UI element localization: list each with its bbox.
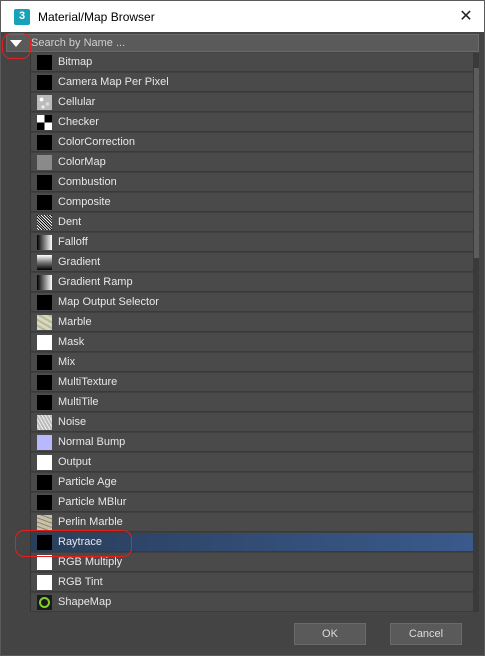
map-item[interactable]: Gradient — [31, 253, 473, 272]
map-item-label: ShapeMap — [58, 596, 112, 608]
map-item-label: Falloff — [58, 236, 88, 248]
map-item-label: Marble — [58, 316, 92, 328]
map-swatch-icon — [37, 575, 52, 590]
map-item-label: Combustion — [58, 176, 117, 188]
map-swatch-icon — [37, 235, 52, 250]
map-item[interactable]: ShapeMap — [31, 593, 473, 612]
map-swatch-icon — [37, 315, 52, 330]
map-item-label: Composite — [58, 196, 111, 208]
map-swatch-icon — [37, 215, 52, 230]
map-item-label: Gradient — [58, 256, 101, 268]
map-item[interactable]: Mix — [31, 353, 473, 372]
map-swatch-icon — [37, 75, 52, 90]
map-swatch-icon — [37, 555, 52, 570]
map-swatch-icon — [37, 515, 52, 530]
map-swatch-icon — [37, 475, 52, 490]
map-item-label: Perlin Marble — [58, 516, 123, 528]
map-item-label: Gradient Ramp — [58, 276, 133, 288]
map-item[interactable]: Noise — [31, 413, 473, 432]
shapemap-spiral-icon — [39, 597, 50, 608]
map-item-label: ColorMap — [58, 156, 106, 168]
map-item[interactable]: Dent — [31, 213, 473, 232]
map-swatch-icon — [37, 135, 52, 150]
map-item-label: Bitmap — [58, 56, 93, 68]
map-item[interactable]: Particle MBlur — [31, 493, 473, 512]
map-item[interactable]: ColorMap — [31, 153, 473, 172]
map-item[interactable]: Marble — [31, 313, 473, 332]
map-swatch-icon — [37, 115, 52, 130]
map-swatch-icon — [37, 435, 52, 450]
map-swatch-icon — [37, 335, 52, 350]
map-swatch-icon — [37, 535, 52, 550]
map-item-label: Noise — [58, 416, 87, 428]
map-swatch-icon — [37, 455, 52, 470]
map-item[interactable]: RGB Tint — [31, 573, 473, 592]
map-swatch-icon — [37, 275, 52, 290]
map-item[interactable]: Particle Age — [31, 473, 473, 492]
map-item[interactable]: Checker — [31, 113, 473, 132]
tree-gutter — [6, 53, 31, 612]
map-item[interactable]: MultiTexture — [31, 373, 473, 392]
search-input[interactable] — [31, 35, 471, 51]
map-swatch-icon — [37, 255, 52, 270]
map-item-label: Output — [58, 456, 92, 468]
map-item-label: Map Output Selector — [58, 296, 159, 308]
map-swatch-icon — [37, 295, 52, 310]
map-item[interactable]: Falloff — [31, 233, 473, 252]
map-swatch-icon — [37, 355, 52, 370]
map-item[interactable]: Output — [31, 453, 473, 472]
map-item[interactable]: Combustion — [31, 173, 473, 192]
map-swatch-icon — [37, 55, 52, 70]
map-item-label: Mask — [58, 336, 85, 348]
ok-button[interactable]: OK — [294, 623, 366, 645]
map-item-label: Camera Map Per Pixel — [58, 76, 169, 88]
map-item[interactable]: Composite — [31, 193, 473, 212]
map-item[interactable]: Cellular — [31, 93, 473, 112]
map-swatch-icon — [37, 375, 52, 390]
map-swatch-icon — [37, 415, 52, 430]
cancel-button[interactable]: Cancel — [390, 623, 462, 645]
map-item-label: Particle MBlur — [58, 496, 127, 508]
scrollbar-thumb[interactable] — [474, 68, 479, 258]
map-item[interactable]: Bitmap — [31, 53, 473, 72]
map-list: Bitmap Camera Map Per Pixel Cellular Checke… — [31, 53, 473, 612]
map-item[interactable]: Raytrace — [31, 533, 473, 552]
map-item-label: MultiTile — [58, 396, 99, 408]
map-item-label: Dent — [58, 216, 82, 228]
dropdown-arrow-icon[interactable] — [10, 40, 22, 47]
map-item-label: RGB Tint — [58, 576, 103, 588]
window-title: Material/Map Browser — [38, 10, 155, 24]
close-icon[interactable]: ✕ — [449, 3, 483, 30]
map-item-label: Mix — [58, 356, 76, 368]
map-item-label: Normal Bump — [58, 436, 126, 448]
map-item-label: RGB Multiply — [58, 556, 123, 568]
map-item[interactable]: Camera Map Per Pixel — [31, 73, 473, 92]
map-item[interactable]: MultiTile — [31, 393, 473, 412]
app-logo-glyph: 3 — [18, 10, 26, 22]
map-swatch-icon — [37, 395, 52, 410]
map-item-label: MultiTexture — [58, 376, 118, 388]
map-item[interactable]: Gradient Ramp — [31, 273, 473, 292]
map-swatch-icon — [37, 195, 52, 210]
map-item[interactable]: Map Output Selector — [31, 293, 473, 312]
map-item[interactable]: Normal Bump — [31, 433, 473, 452]
map-item[interactable]: Perlin Marble — [31, 513, 473, 532]
map-swatch-icon — [37, 175, 52, 190]
map-swatch-icon — [37, 595, 52, 610]
map-item-label: Cellular — [58, 96, 96, 108]
map-item[interactable]: Mask — [31, 333, 473, 352]
map-swatch-icon — [37, 95, 52, 110]
map-item[interactable]: RGB Multiply — [31, 553, 473, 572]
title-bar[interactable]: 3 Material/Map Browser ✕ — [1, 1, 484, 32]
map-item-label: ColorCorrection — [58, 136, 136, 148]
app-logo-icon: 3 — [14, 9, 30, 25]
map-item-label: Checker — [58, 116, 99, 128]
map-item-label: Raytrace — [58, 536, 103, 548]
map-item[interactable]: ColorCorrection — [31, 133, 473, 152]
map-swatch-icon — [37, 155, 52, 170]
map-swatch-icon — [37, 495, 52, 510]
map-item-label: Particle Age — [58, 476, 117, 488]
